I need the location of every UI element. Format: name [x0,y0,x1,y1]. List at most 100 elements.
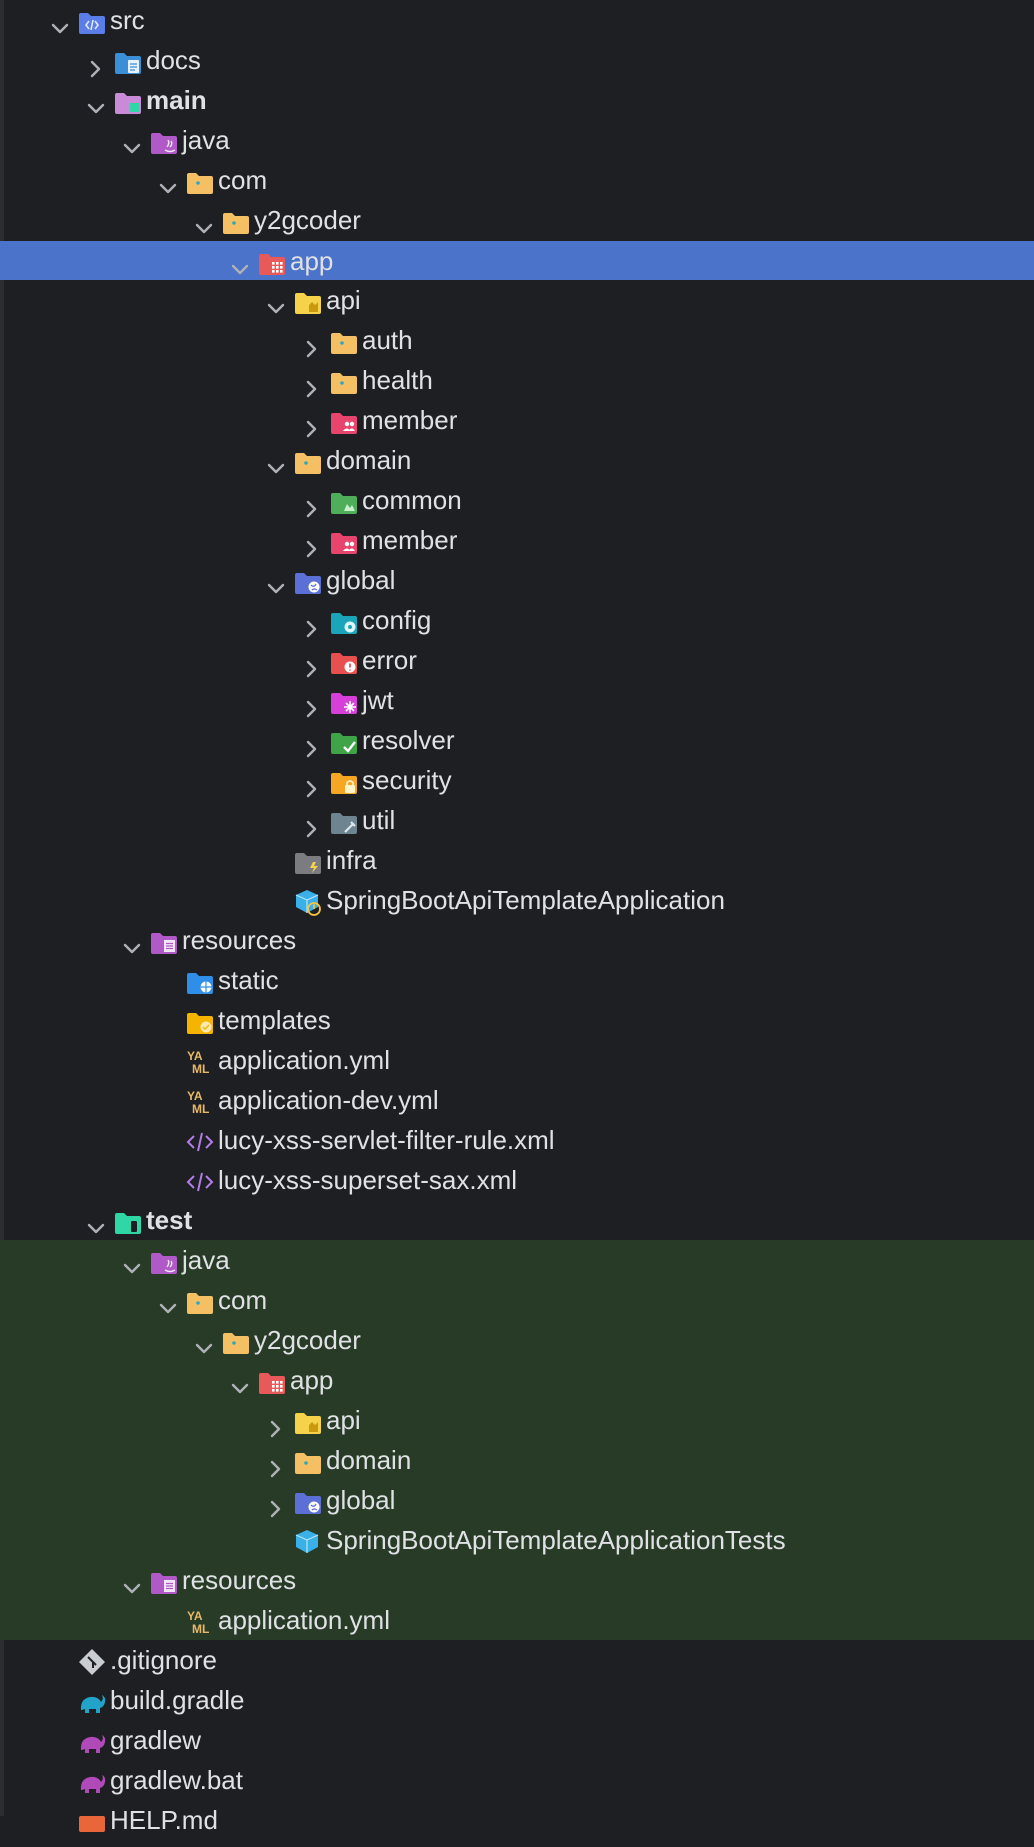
tree-row-common[interactable]: common [0,480,1034,520]
tree-row-error[interactable]: error [0,640,1034,680]
tree-row-infra[interactable]: infra [0,840,1034,880]
yaml-file-icon: YA ML [186,1087,214,1116]
svg-text:YA: YA [187,1049,203,1063]
chevron-right-icon[interactable] [302,730,322,758]
tree-row-application-dev-yml[interactable]: YA ML application-dev.yml [0,1080,1034,1120]
chevron-down-icon[interactable] [122,930,142,954]
chevron-right-icon[interactable] [302,530,322,558]
chevron-down-icon[interactable] [86,90,106,114]
tree-row-config[interactable]: config [0,600,1034,640]
tree-row-member[interactable]: member [0,400,1034,440]
tree-row-java[interactable]: java [0,120,1034,160]
tree-item-label: application.yml [218,1605,390,1635]
chevron-down-icon[interactable] [266,290,286,314]
tree-row-resources[interactable]: resources [0,920,1034,960]
tree-row-com[interactable]: com [0,1280,1034,1320]
tree-row-app[interactable]: app [0,1360,1034,1400]
tree-row-domain[interactable]: domain [0,1440,1034,1480]
tree-row-health[interactable]: health [0,360,1034,400]
tree-item-label: error [362,645,417,675]
svg-text:YA: YA [187,1089,203,1103]
chevron-right-icon[interactable] [302,330,322,358]
tree-row-jwt[interactable]: jwt [0,680,1034,720]
tree-row-test[interactable]: test [0,1200,1034,1240]
tree-item-label: infra [326,845,377,875]
chevron-right-icon[interactable] [266,1410,286,1438]
tree-row-build-gradle[interactable]: build.gradle [0,1680,1034,1720]
chevron-right-icon[interactable] [302,370,322,398]
chevron-right-icon[interactable] [302,690,322,718]
chevron-right-icon[interactable] [302,490,322,518]
chevron-down-icon[interactable] [86,1210,106,1234]
tree-row-security[interactable]: security [0,760,1034,800]
tree-row-domain[interactable]: domain [0,440,1034,480]
chevron-down-icon[interactable] [194,210,214,234]
chevron-right-icon[interactable] [266,1490,286,1518]
chevron-right-icon[interactable] [302,810,322,838]
chevron-right-icon[interactable] [266,1450,286,1478]
tree-item-label: static [218,965,279,995]
chevron-down-icon[interactable] [122,1250,142,1274]
tree-row-gradlew[interactable]: gradlew [0,1720,1034,1760]
git-file-icon [78,1647,106,1675]
tree-item-label: gradlew [110,1725,202,1755]
tree-row-help-md[interactable]: HELP.md [0,1800,1034,1840]
chevron-right-icon[interactable] [302,650,322,678]
chevron-down-icon[interactable] [122,130,142,154]
tree-row-util[interactable]: util [0,800,1034,840]
tree-row-resources[interactable]: resources [0,1560,1034,1600]
tree-row-api[interactable]: api [0,1400,1034,1440]
chevron-down-icon[interactable] [158,170,178,194]
gradle-file-icon [78,1687,106,1713]
chevron-right-icon[interactable] [302,610,322,638]
tree-item-label: resources [182,925,297,955]
app-folder-icon [258,248,286,275]
tree-row-gradlew-bat[interactable]: gradlew.bat [0,1760,1034,1800]
tree-item-label: .gitignore [110,1645,217,1675]
tree-row-main[interactable]: main [0,80,1034,120]
chevron-right-icon[interactable] [86,50,106,78]
tree-row-app[interactable]: app [0,240,1034,280]
tree-item-label: SpringBootApiTemplateApplication [326,885,725,915]
tree-row-lucy-xss-servlet-filter-rule-xml[interactable]: lucy-xss-servlet-filter-rule.xml [0,1120,1034,1160]
chevron-down-icon[interactable] [122,1570,142,1594]
tree-row-global[interactable]: global [0,560,1034,600]
tree-row-resolver[interactable]: resolver [0,720,1034,760]
project-tree[interactable]: src docs main java com y2gcoder app api auth heal… [0,0,1034,1835]
tree-row-y2gcoder[interactable]: y2gcoder [0,1320,1034,1360]
chevron-down-icon[interactable] [50,10,70,34]
tree-item-label: member [362,405,458,435]
tree-row-src[interactable]: src [0,0,1034,40]
tree-row-lucy-xss-superset-sax-xml[interactable]: lucy-xss-superset-sax.xml [0,1160,1034,1200]
tree-row-auth[interactable]: auth [0,320,1034,360]
tree-row-com[interactable]: com [0,160,1034,200]
tree-item-label: templates [218,1005,331,1035]
tree-row-docs[interactable]: docs [0,40,1034,80]
tree-row-member[interactable]: member [0,520,1034,560]
chevron-down-icon[interactable] [158,1290,178,1314]
tree-row-application-yml[interactable]: YA ML application.yml [0,1600,1034,1640]
tree-row-java[interactable]: java [0,1240,1034,1280]
tree-row-y2gcoder[interactable]: y2gcoder [0,200,1034,240]
chevron-right-icon[interactable] [302,770,322,798]
tree-row-api[interactable]: api [0,280,1034,320]
tree-item-label: resolver [362,725,455,755]
tree-row-springbootapitemplateapplicationtests[interactable]: SpringBootApiTemplateApplicationTests [0,1520,1034,1560]
tree-item-label: com [218,1285,268,1315]
chevron-down-icon[interactable] [266,570,286,594]
tree-row-application-yml[interactable]: YA ML application.yml [0,1040,1034,1080]
chevron-down-icon[interactable] [266,450,286,474]
tree-item-label: y2gcoder [254,1325,361,1355]
tree-item-label: api [326,1405,361,1435]
chevron-right-icon[interactable] [302,410,322,438]
tree-row-templates[interactable]: templates [0,1000,1034,1040]
tree-row-global[interactable]: global [0,1480,1034,1520]
chevron-down-icon[interactable] [194,1330,214,1354]
tree-item-label: main [146,85,207,115]
tree-row-springbootapitemplateapplication[interactable]: SpringBootApiTemplateApplication [0,880,1034,920]
tree-row-static[interactable]: static [0,960,1034,1000]
chevron-down-icon[interactable] [230,1370,250,1394]
svg-text:ML: ML [192,1062,209,1076]
tree-row--gitignore[interactable]: .gitignore [0,1640,1034,1680]
chevron-down-icon[interactable] [230,251,250,274]
